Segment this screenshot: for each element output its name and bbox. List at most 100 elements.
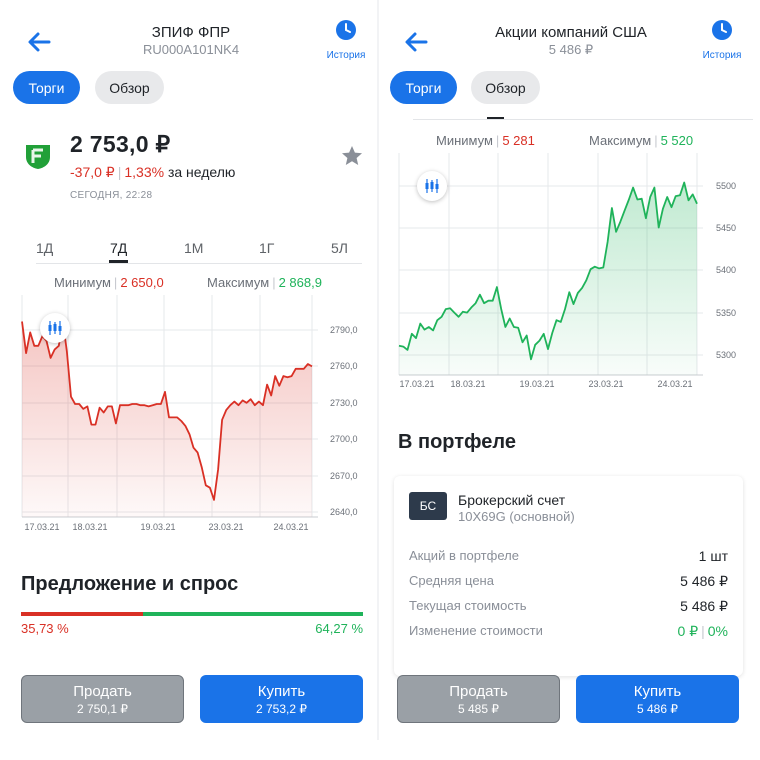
min-label: Минимум [54, 275, 111, 290]
y-tick-label: 2700,0 [330, 434, 358, 444]
y-tick-label: 5350 [716, 308, 736, 318]
left-screen: ЗПИФ ФПР RU000A101NK4 История Торги Обзо… [0, 0, 376, 740]
row-value: 5 486 ₽ [680, 573, 728, 589]
row-label: Изменение стоимости [409, 623, 543, 638]
sell-button-label: Продать [73, 682, 132, 700]
min-value: 5 281 [502, 133, 535, 148]
history-label: История [702, 50, 742, 61]
row-label: Средняя цена [409, 573, 494, 588]
buy-button[interactable]: Купить 2 753,2 ₽ [200, 675, 363, 723]
buy-button[interactable]: Купить 5 486 ₽ [576, 675, 739, 723]
page-title: ЗПИФ ФПР [151, 24, 231, 41]
account-badge: БС [409, 492, 447, 520]
buy-button-label: Купить [633, 682, 682, 700]
y-tick-label: 2670,0 [330, 471, 358, 481]
header-divider [413, 119, 753, 120]
history-button[interactable]: История [321, 18, 371, 61]
page-title: Акции компаний США [495, 24, 647, 41]
back-arrow-icon[interactable] [402, 28, 430, 56]
history-button[interactable]: История [697, 18, 747, 61]
change-period: за неделю [167, 164, 236, 180]
y-tick-label: 2640,0 [330, 507, 358, 517]
period-tab-5y[interactable]: 5Л [331, 240, 348, 256]
y-tick-label: 5500 [716, 181, 736, 191]
sell-button-label: Продать [449, 682, 508, 700]
screen-divider [377, 0, 379, 760]
tab-overview[interactable]: Обзор [95, 71, 164, 104]
page-subtitle: RU000A101NK4 [142, 42, 240, 57]
price-change: -37,0 ₽ | 1,33% за неделю [70, 164, 236, 180]
min-value: 2 650,0 [120, 275, 164, 290]
row-value: 5 486 ₽ [680, 598, 728, 614]
value-change-pct: 0% [707, 623, 728, 639]
candlestick-toggle[interactable] [40, 313, 70, 343]
x-tick-label: 18.03.21 [450, 379, 485, 389]
sell-percent: 35,73 % [21, 621, 69, 636]
value-change: 0 ₽ | 0% [677, 623, 728, 639]
buy-bar [143, 612, 363, 616]
candlestick-icon [425, 179, 439, 193]
history-label: История [326, 50, 366, 61]
tab-trading[interactable]: Торги [13, 71, 80, 104]
tab-overview[interactable]: Обзор [471, 71, 540, 104]
change-pct: 1,33% [124, 164, 165, 180]
clock-icon [336, 20, 356, 40]
sell-button-price: 5 485 ₽ [458, 701, 499, 716]
value-change-abs: 0 ₽ [677, 623, 699, 639]
portfolio-title: В портфеле [398, 431, 516, 453]
period-tab-7d[interactable]: 7Д [110, 240, 127, 256]
sell-button[interactable]: Продать 5 485 ₽ [397, 675, 560, 723]
row-label: Акций в портфеле [409, 548, 519, 563]
candlestick-toggle[interactable] [417, 171, 447, 201]
x-tick-label: 17.03.21 [24, 522, 59, 532]
y-tick-label: 5300 [716, 350, 736, 360]
bottom-strip [0, 740, 760, 760]
account-id: 10X69G (основной) [458, 509, 575, 524]
row-value: 1 шт [698, 548, 728, 564]
y-tick-label: 2760,0 [330, 361, 358, 371]
star-icon[interactable] [340, 144, 364, 168]
x-tick-label: 18.03.21 [72, 522, 107, 532]
max-label: Максимум [207, 275, 270, 290]
min-info: Минимум | 5 281 [436, 133, 535, 148]
clock-icon [712, 20, 732, 40]
x-tick-label: 23.03.21 [208, 522, 243, 532]
account-name: Брокерский счет [458, 492, 566, 508]
buy-button-price: 5 486 ₽ [637, 701, 678, 716]
max-value: 5 520 [660, 133, 694, 148]
period-tab-1m[interactable]: 1М [184, 240, 203, 256]
x-tick-label: 17.03.21 [399, 379, 434, 389]
x-tick-label: 24.03.21 [273, 522, 308, 532]
y-tick-label: 5450 [716, 223, 736, 233]
portfolio-card[interactable]: БС Брокерский счет 10X69G (основной) Акц… [394, 476, 743, 676]
back-arrow-icon[interactable] [25, 28, 53, 56]
series-area [22, 320, 312, 517]
page-subtitle: 5 486 ₽ [548, 42, 594, 57]
asset-price: 2 753,0 ₽ [70, 131, 171, 157]
y-tick-label: 5400 [716, 265, 736, 275]
right-screen: Акции компаний США 5 486 ₽ История Торги… [380, 0, 756, 740]
order-book-title: Предложение и спрос [21, 573, 239, 595]
candlestick-icon [48, 321, 62, 335]
x-tick-label: 19.03.21 [140, 522, 175, 532]
period-tab-1d[interactable]: 1Д [36, 240, 53, 256]
fund-logo [25, 142, 51, 170]
row-label: Текущая стоимость [409, 598, 527, 613]
min-label: Минимум [436, 133, 493, 148]
x-tick-label: 19.03.21 [519, 379, 554, 389]
period-tab-1y[interactable]: 1Г [259, 240, 274, 256]
buy-button-label: Купить [257, 682, 306, 700]
sell-bar [21, 612, 143, 616]
min-info: Минимум | 2 650,0 [54, 275, 164, 290]
y-tick-label: 2730,0 [330, 398, 358, 408]
max-info: Максимум | 2 868,9 [207, 275, 322, 290]
y-tick-label: 2790,0 [330, 325, 358, 335]
x-tick-label: 24.03.21 [657, 379, 692, 389]
updated-time: СЕГОДНЯ, 22:28 [70, 190, 153, 201]
tab-trading[interactable]: Торги [390, 71, 457, 104]
period-divider [36, 263, 362, 264]
sell-button[interactable]: Продать 2 750,1 ₽ [21, 675, 184, 723]
x-tick-label: 23.03.21 [588, 379, 623, 389]
change-abs: -37,0 ₽ [70, 164, 115, 180]
max-value: 2 868,9 [278, 275, 322, 290]
